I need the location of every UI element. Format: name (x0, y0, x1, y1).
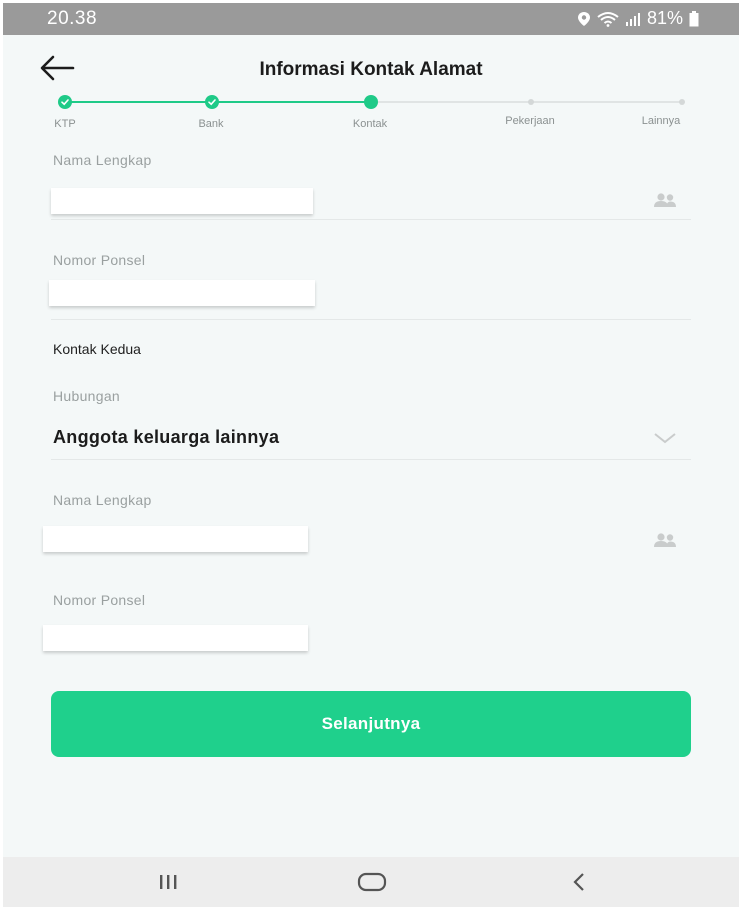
app-header: Informasi Kontak Alamat (3, 35, 739, 95)
chevron-down-icon (654, 433, 676, 444)
recent-apps-icon (160, 875, 177, 889)
relationship-label: Hubungan (53, 388, 121, 404)
wifi-icon (597, 11, 619, 27)
primary-phone-divider (51, 319, 691, 320)
primary-name-divider (51, 219, 691, 220)
step-ktp-dot (58, 95, 72, 109)
step-label-bank: Bank (198, 118, 224, 130)
status-bar: 20.38 81% (3, 3, 739, 35)
secondary-phone-label: Nomor Ponsel (53, 592, 146, 608)
status-time: 20.38 (47, 8, 98, 29)
contacts-icon (654, 193, 676, 207)
secondary-phone-input[interactable] (43, 625, 308, 651)
signal-icon (625, 12, 641, 26)
second-contact-title: Kontak Kedua (53, 341, 141, 357)
primary-contacts-button[interactable] (651, 191, 679, 209)
status-icons: 81% (577, 8, 699, 29)
home-icon (357, 872, 387, 892)
nav-back-button[interactable] (559, 869, 599, 895)
location-icon (577, 11, 591, 27)
secondary-name-label: Nama Lengkap (53, 492, 152, 508)
home-button[interactable] (352, 869, 392, 895)
primary-phone-input[interactable] (49, 280, 315, 306)
secondary-contacts-button[interactable] (651, 531, 679, 549)
nav-back-icon (573, 873, 584, 891)
check-icon (208, 99, 216, 106)
secondary-name-input[interactable] (43, 526, 308, 552)
progress-stepper: KTP Bank Kontak Pekerjaan Lainnya (3, 93, 739, 133)
check-icon (61, 99, 69, 106)
page-title: Informasi Kontak Alamat (259, 59, 483, 80)
next-button[interactable]: Selanjutnya (51, 691, 691, 757)
step-label-pekerjaan: Pekerjaan (505, 115, 555, 127)
battery-icon (689, 10, 699, 27)
battery-percent: 81% (646, 8, 683, 28)
relationship-select[interactable]: Anggota keluarga lainnya (53, 427, 279, 448)
primary-phone-label: Nomor Ponsel (53, 252, 146, 268)
step-label-kontak: Kontak (352, 118, 388, 130)
step-label-lainnya: Lainnya (641, 115, 681, 127)
recent-apps-button[interactable] (148, 869, 188, 895)
step-pekerjaan-dot (528, 99, 534, 105)
relationship-divider (51, 459, 691, 460)
step-kontak-dot (364, 95, 378, 109)
step-bank-dot (205, 95, 219, 109)
relationship-dropdown-toggle[interactable] (653, 431, 677, 445)
step-lainnya-dot (679, 99, 685, 105)
step-label-ktp: KTP (54, 118, 76, 130)
system-nav-bar (3, 857, 739, 907)
contacts-icon (654, 533, 676, 547)
primary-name-input[interactable] (51, 188, 313, 214)
stepper-remaining-line (371, 101, 683, 103)
app-screen: 20.38 81% Informasi Kontak Alamat KTP Ba… (3, 3, 739, 907)
primary-name-label: Nama Lengkap (53, 152, 152, 168)
